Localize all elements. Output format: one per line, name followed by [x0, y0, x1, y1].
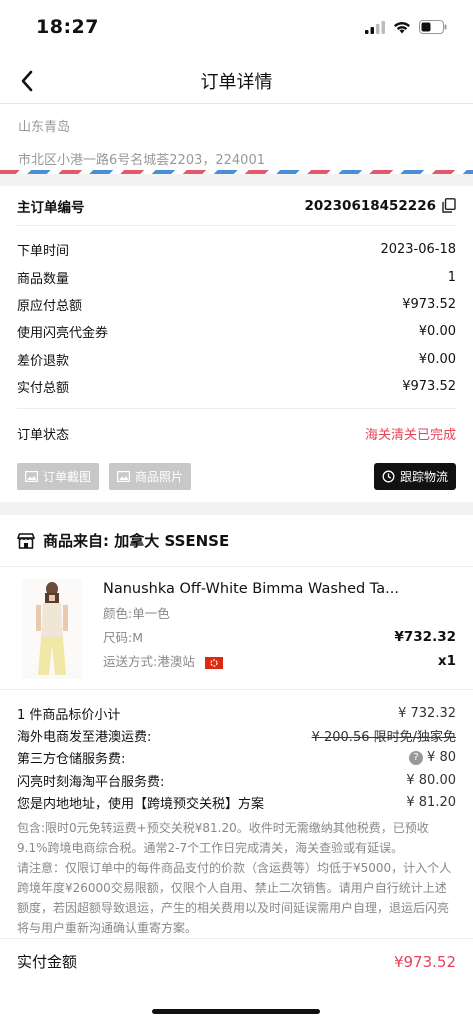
product-price: ¥732.32: [394, 628, 457, 645]
hong-kong-flag-icon: [204, 656, 223, 669]
voucher-label: 使用闪亮代金券: [17, 326, 109, 342]
order-detail-row: 原应付总额 ¥973.52: [17, 291, 456, 318]
store-icon: [17, 532, 35, 549]
main-order-number-row: 主订单编号 20230618452226: [17, 186, 456, 226]
product-quantity: x1: [437, 652, 456, 669]
fee-row: 1 件商品标价小计 ¥ 732.32: [17, 702, 456, 724]
original-total-label: 原应付总额: [17, 298, 83, 314]
paid-amount-row: 实付金额 ¥973.52: [0, 938, 473, 984]
main-order-number-value: 20230618452226: [304, 197, 436, 214]
wifi-icon: [394, 21, 410, 33]
copy-icon[interactable]: [442, 198, 456, 213]
product-name: Nanushka Off-White Bimma Washed Ta...: [103, 581, 399, 597]
product-image: [22, 579, 82, 679]
overseas-shipping-value: ¥ 200.56 限时免/独家免: [311, 730, 456, 746]
order-time-label: 下单时间: [17, 244, 70, 260]
tax-plan-label: 您是内地地址，使用【跨境预交关税】方案: [17, 797, 265, 813]
home-indicator: [152, 1009, 320, 1014]
warehouse-fee-label: 第三方仓储服务费:: [17, 752, 126, 768]
order-detail-row: 商品数量 1: [17, 263, 456, 290]
main-order-number-label: 主订单编号: [17, 199, 85, 216]
product-color-row: 颜色:单一色: [103, 604, 456, 621]
history-clock-icon: [382, 470, 395, 483]
product-source-text: 商品来自: 加拿大 SSENSE: [43, 532, 230, 550]
order-screenshot-label: 订单截图: [43, 469, 92, 484]
order-detail-row: 使用闪亮代金券 ¥0.00: [17, 318, 456, 345]
order-status-label: 订单状态: [17, 428, 70, 444]
track-logistics-button[interactable]: 跟踪物流: [373, 462, 456, 490]
product-photos-button[interactable]: 商品照片: [109, 462, 192, 490]
original-total-value: ¥973.52: [402, 296, 456, 312]
paid-total-value: ¥973.52: [402, 379, 456, 395]
help-icon[interactable]: ?: [409, 750, 424, 765]
subtotal-label: 1 件商品标价小计: [17, 707, 121, 723]
product-shipping-method: 运送方式:港澳站: [103, 654, 195, 669]
fee-row: 闪亮时刻海淘平台服务费: ¥ 80.00: [17, 769, 456, 791]
order-detail-row: 实付总额 ¥973.52: [17, 373, 456, 400]
status-time: 18:27: [36, 16, 99, 38]
product-photos-label: 商品照片: [135, 469, 184, 484]
battery-icon: [419, 20, 447, 34]
product-size-row: 尺码:M ¥732.32: [103, 628, 457, 646]
product-shipping-row: 运送方式:港澳站 x1: [103, 652, 456, 670]
order-detail-row: 差价退款 ¥0.00: [17, 346, 456, 373]
nav-bar: 订单详情: [0, 58, 473, 104]
order-action-buttons: 订单截图 商品照片 跟踪物流: [17, 458, 456, 494]
paid-total-label: 实付总额: [17, 381, 70, 397]
fee-row: 海外电商发至港澳运费: ¥ 200.56 限时免/独家免: [17, 724, 456, 746]
order-time-value: 2023-06-18: [380, 242, 456, 258]
order-detail-row: 下单时间 2023-06-18: [17, 236, 456, 263]
order-status-value: 海关清关已完成: [364, 428, 456, 444]
tax-plan-value: ¥ 81.20: [406, 795, 456, 811]
product-color: 颜色:单一色: [103, 606, 170, 621]
product-size: 尺码:M: [103, 630, 143, 645]
order-detail-rows: 下单时间 2023-06-18 商品数量 1 原应付总额 ¥973.52 使用闪…: [17, 226, 456, 400]
image-icon: [25, 470, 38, 482]
shipping-address: 山东青岛 市北区小港一路6号名城荟2203，224001: [0, 104, 473, 174]
platform-fee-value: ¥ 80.00: [406, 772, 456, 788]
image-icon: [117, 470, 131, 482]
item-count-value: 1: [447, 269, 456, 285]
fee-breakdown: 1 件商品标价小计 ¥ 732.32 海外电商发至港澳运费: ¥ 200.56 …: [0, 689, 473, 938]
tax-note: 包含:限时0元免转运费+预交关税¥81.20。收件时无需缴纳其他税费，已预收9.…: [17, 820, 429, 855]
fee-row: 第三方仓储服务费: ? ¥ 80: [17, 747, 456, 769]
product-source-header: 商品来自: 加拿大 SSENSE: [0, 515, 473, 567]
platform-fee-label: 闪亮时刻海淘平台服务费:: [17, 774, 165, 790]
limit-notice: 请注意：仅限订单中的每件商品支付的价款（含运费等）均低于¥5000，计入个人跨境…: [17, 860, 452, 935]
price-diff-refund-value: ¥0.00: [418, 351, 456, 367]
order-screenshot-button[interactable]: 订单截图: [17, 462, 100, 490]
subtotal-value: ¥ 732.32: [398, 705, 456, 721]
address-region: 山东青岛: [18, 120, 71, 135]
price-diff-refund-label: 差价退款: [17, 353, 70, 369]
item-count-label: 商品数量: [17, 271, 70, 287]
product-item[interactable]: Nanushka Off-White Bimma Washed Ta... 颜色…: [0, 567, 473, 689]
cellular-signal-icon: [365, 20, 385, 34]
overseas-shipping-label: 海外电商发至港澳运费:: [17, 730, 152, 746]
track-logistics-label: 跟踪物流: [399, 469, 448, 484]
section-gap: [0, 502, 473, 515]
fee-row: 您是内地地址，使用【跨境预交关税】方案 ¥ 81.20: [17, 792, 456, 814]
page-title: 订单详情: [200, 72, 273, 93]
section-gap: [0, 174, 473, 186]
product-info: Nanushka Off-White Bimma Washed Ta... 颜色…: [103, 581, 456, 669]
status-icons: [365, 20, 447, 34]
warehouse-fee-value: ¥ 80: [427, 750, 456, 766]
address-detail: 市北区小港一路6号名城荟2203，224001: [18, 153, 265, 168]
paid-amount-value: ¥973.52: [393, 952, 456, 971]
order-status-row: 订单状态 海关清关已完成: [17, 408, 456, 458]
status-bar: 18:27: [0, 0, 473, 58]
voucher-value: ¥0.00: [418, 324, 456, 340]
order-info-section: 主订单编号 20230618452226 下单时间 2023-06-18 商品数…: [0, 186, 473, 494]
paid-amount-label: 实付金额: [17, 953, 78, 971]
